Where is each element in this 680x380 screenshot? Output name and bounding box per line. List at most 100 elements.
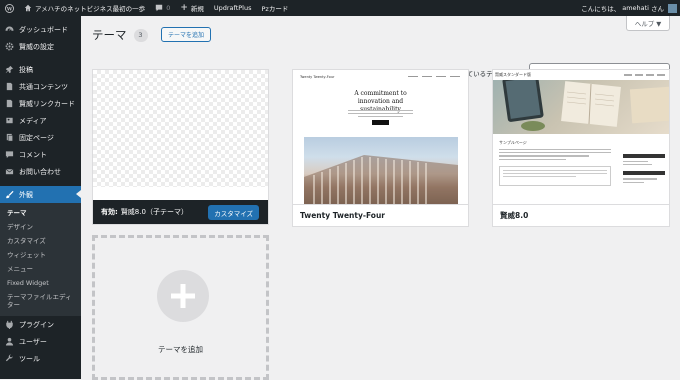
add-new-theme-card[interactable]: テーマを追加 [92,235,269,380]
gear-icon [5,42,14,51]
san-suffix: さん [651,5,664,13]
username: amehati [622,4,649,12]
document-icon [5,82,14,91]
pin-icon [5,65,14,74]
keni-header: 賢威スタンダード版 [493,70,669,80]
account-menu[interactable]: こんにちは、 amehati さん [576,0,680,16]
menu-label: 共通コンテンツ [19,82,68,91]
submenu-menus[interactable]: メニュー [0,262,81,276]
new-content-link[interactable]: + 新規 [175,0,209,16]
theme-screenshot-active [93,70,268,187]
menu-label: ダッシュボード [19,25,68,34]
active-theme-bar: 有効: 賢威8.0（子テーマ） カスタマイズ [93,200,268,224]
comment-icon [5,150,14,159]
appearance-submenu: テーマ デザイン カスタマイズ ウィジェット メニュー Fixed Widget… [0,203,81,316]
menu-common-content[interactable]: 共通コンテンツ [0,78,81,95]
add-new-theme-label: テーマを追加 [158,345,203,354]
comments-count: 0 [166,4,171,12]
comment-icon [155,4,163,12]
greeting-text: こんにちは、 [581,5,621,13]
document-icon [5,99,14,108]
updraftplus-link[interactable]: UpdraftPlus [209,0,257,16]
submenu-widgets[interactable]: ウィジェット [0,248,81,262]
keni-brand: 賢威スタンダード版 [495,72,531,77]
avatar [668,3,677,13]
menu-contact[interactable]: お問い合わせ [0,163,81,180]
menu-media[interactable]: メディア [0,112,81,129]
theme-card-keni[interactable]: 賢威スタンダード版 サンプルページ 賢威8.0 [492,69,670,227]
plus-icon: + [180,3,188,13]
tt4-hero-image [304,137,458,204]
submenu-theme-file-editor[interactable]: テーマファイルエディター [0,290,81,312]
tt4-site-title: Twenty Twenty-Four [300,74,335,79]
theme-name-keni: 賢威8.0 [493,204,669,226]
main-content: ヘルプ ▼ テーマ 3 テーマを追加 インストールされているテーマを検索 有効: … [81,16,680,380]
tt4-button [372,120,389,125]
menu-label: 投稿 [19,65,33,74]
media-icon [5,116,14,125]
menu-pages[interactable]: 固定ページ [0,129,81,146]
active-theme-name: 賢威8.0（子テーマ） [120,208,188,216]
menu-keni-link-card[interactable]: 賢威リンクカード [0,95,81,112]
submenu-customize[interactable]: カスタマイズ [0,234,81,248]
page-title-text: テーマ [92,28,127,42]
menu-label: 外観 [19,190,33,199]
menu-label: 賢威の設定 [19,42,54,51]
menu-posts[interactable]: 投稿 [0,61,81,78]
pages-icon [5,133,14,142]
customize-button[interactable]: カスタマイズ [208,205,259,220]
add-theme-button[interactable]: テーマを追加 [161,27,212,42]
new-label: 新規 [190,5,204,13]
theme-name-twenty-twenty-four: Twenty Twenty-Four [293,204,468,226]
admin-bar: W アメハチのネットビジネス最初の一歩 0 + 新規 UpdraftPlus Pz… [0,0,680,16]
updraftplus-label: UpdraftPlus [213,4,252,12]
comments-link[interactable]: 0 [150,0,175,16]
menu-dashboard[interactable]: ダッシュボード [0,21,81,38]
help-tab[interactable]: ヘルプ ▼ [626,16,670,31]
theme-screenshot-keni: 賢威スタンダード版 サンプルページ [493,70,669,204]
menu-label: メディア [19,116,47,125]
theme-card-active[interactable]: 有効: 賢威8.0（子テーマ） カスタマイズ [92,69,269,225]
menu-tools[interactable]: ツール [0,350,81,367]
submenu-design[interactable]: デザイン [0,220,81,234]
svg-text:W: W [6,6,13,12]
dashboard-icon [5,25,14,34]
menu-users[interactable]: ユーザー [0,333,81,350]
active-prefix: 有効: [101,208,118,216]
submenu-themes[interactable]: テーマ [0,206,81,220]
tt4-nav: Twenty Twenty-Four [300,74,460,79]
site-name-link[interactable]: アメハチのネットビジネス最初の一歩 [19,0,150,16]
theme-count-badge: 3 [133,28,148,42]
keni-hero-image [493,74,669,134]
home-icon [24,4,32,12]
menu-label: ユーザー [19,337,47,346]
mail-icon [5,167,14,176]
theme-card-twenty-twenty-four[interactable]: Twenty Twenty-Four A commitment to innov… [292,69,469,227]
keni-side-widget [623,154,665,183]
menu-label: 固定ページ [19,133,54,142]
submenu-fixed-widget[interactable]: Fixed Widget [0,276,81,290]
pz-card-link[interactable]: Pzカード [257,0,294,16]
menu-label: 賢威リンクカード [19,99,75,108]
plugin-icon [5,320,14,329]
keni-nav-marks [624,74,669,76]
menu-label: プラグイン [19,320,54,329]
admin-sidebar: ダッシュボード 賢威の設定 投稿 共通コンテンツ 賢威リンクカード メディア 固… [0,16,81,379]
theme-screenshot-twenty-twenty-four: Twenty Twenty-Four A commitment to innov… [293,70,468,204]
keni-article: サンプルページ [499,140,611,200]
menu-comments[interactable]: コメント [0,146,81,163]
menu-plugins[interactable]: プラグイン [0,316,81,333]
menu-appearance[interactable]: 外観 [0,186,81,203]
site-name: アメハチのネットビジネス最初の一歩 [35,5,146,13]
menu-label: お問い合わせ [19,167,61,176]
menu-keni-settings[interactable]: 賢威の設定 [0,38,81,55]
menu-label: ツール [19,354,40,363]
tt4-subtext [348,110,413,117]
pz-card-label: Pzカード [261,5,289,13]
plus-icon [157,270,209,322]
wrench-icon [5,354,14,363]
page-title: テーマ 3 [92,27,148,43]
tt4-menu-marks [408,75,460,78]
wp-logo-icon[interactable]: W [0,0,19,16]
menu-label: コメント [19,150,47,159]
